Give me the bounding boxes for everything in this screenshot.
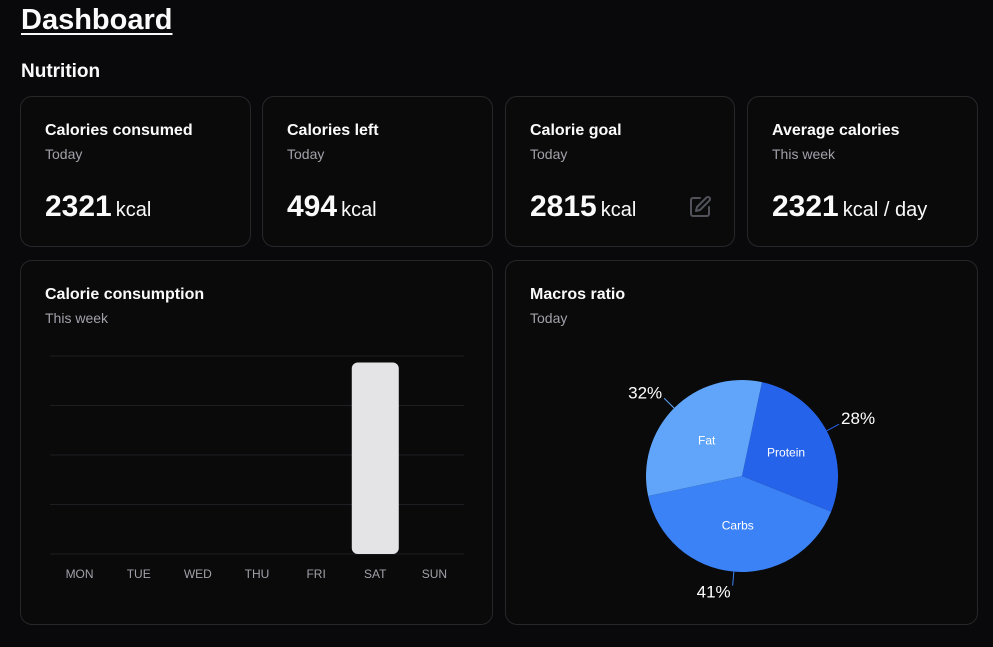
stat-title: Average calories	[772, 122, 900, 139]
leader-line	[663, 397, 675, 409]
stat-value-group: 2321 kcal	[45, 189, 151, 230]
page-title: Dashboard	[21, 4, 173, 36]
stat-card-calories-consumed: Calories consumed Today 2321 kcal	[20, 96, 251, 247]
dashboard-page: Dashboard Nutrition Calories consumed To…	[0, 0, 993, 647]
section-title: Nutrition	[21, 61, 101, 82]
calorie-bar-chart: MON TUE WED THU FRI SAT SUN	[50, 355, 464, 581]
percent-label: 32%	[628, 383, 662, 402]
stat-value-group: 2321 kcal / day	[772, 189, 927, 230]
x-tick-label: THU	[245, 567, 270, 581]
bar-sat	[351, 362, 399, 554]
stat-period: This week	[772, 146, 836, 162]
leader-line	[732, 571, 735, 586]
stat-value: 2321	[45, 190, 112, 223]
stat-card-calorie-goal: Calorie goal Today 2815 kcal	[505, 96, 735, 247]
stat-value-group: 2815 kcal	[530, 189, 636, 230]
slice-label: Carbs	[722, 519, 754, 533]
slice-label: Protein	[767, 445, 805, 459]
x-tick-label: TUE	[127, 567, 151, 581]
stat-title: Calories consumed	[45, 122, 193, 139]
stat-unit: kcal	[600, 199, 637, 221]
stat-period: Today	[530, 146, 568, 162]
stat-period: Today	[45, 146, 83, 162]
stat-value: 2321	[772, 190, 839, 223]
stat-value-group: 494 kcal	[287, 189, 377, 230]
stat-period: Today	[287, 146, 325, 162]
x-tick-label: FRI	[306, 567, 325, 581]
x-tick-label: SUN	[422, 567, 447, 581]
stat-value: 494	[287, 190, 338, 223]
x-tick-label: MON	[66, 567, 94, 581]
leader-line	[826, 423, 840, 432]
x-tick-label: WED	[184, 567, 212, 581]
stat-card-calories-left: Calories left Today 494 kcal	[262, 96, 493, 247]
edit-icon	[690, 196, 711, 217]
stat-title: Calorie goal	[530, 122, 622, 139]
percent-label: 28%	[841, 409, 875, 428]
calorie-consumption-card: Calorie consumption This week MON TUE WED T…	[20, 260, 493, 625]
macros-pie-chart: Protein 28% Carbs 41% Fat 32%	[628, 380, 875, 602]
stat-unit: kcal	[341, 199, 377, 221]
stat-unit: kcal / day	[842, 199, 928, 221]
x-tick-label: SAT	[364, 567, 387, 581]
macros-ratio-card: Macros ratio Today Protein 28% Carbs 41% Fat…	[505, 260, 978, 625]
stat-card-average-calories: Average calories This week 2321 kcal / da…	[747, 96, 978, 247]
edit-goal-button[interactable]	[688, 195, 712, 219]
percent-label: 41%	[697, 583, 731, 602]
stat-title: Calories left	[287, 122, 379, 139]
stat-unit: kcal	[115, 199, 152, 221]
slice-label: Fat	[698, 434, 716, 448]
stat-value: 2815	[530, 190, 597, 223]
